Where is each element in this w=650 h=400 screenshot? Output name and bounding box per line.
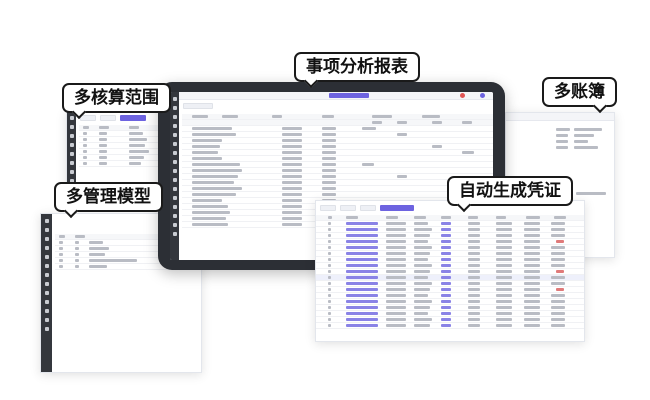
user-avatar[interactable] (480, 93, 485, 98)
notification-icon[interactable] (460, 93, 465, 98)
callout-event-analysis-report: 事项分析报表 (294, 52, 420, 82)
form-row (556, 145, 610, 151)
management-model-sidebar (41, 214, 52, 372)
active-tab[interactable] (329, 93, 369, 98)
callout-multi-management-model: 多管理模型 (54, 182, 163, 212)
report-tabbar (179, 92, 493, 100)
generate-voucher-button[interactable] (380, 204, 414, 211)
report-toolbar (179, 101, 493, 110)
toolbar-button[interactable] (320, 204, 336, 211)
table-row[interactable] (316, 323, 584, 329)
auto-voucher-window (315, 200, 585, 342)
callout-multi-ledger: 多账簿 (542, 77, 617, 107)
toolbar-button[interactable] (183, 102, 213, 109)
callout-auto-voucher: 自动生成凭证 (447, 176, 573, 206)
toolbar-button[interactable] (100, 114, 116, 121)
toolbar-button[interactable] (360, 204, 376, 211)
voucher-table (316, 215, 584, 341)
toolbar-primary-button[interactable] (120, 114, 146, 121)
report-sidebar (170, 92, 179, 260)
toolbar-button[interactable] (340, 204, 356, 211)
ledger-tabbar (506, 113, 614, 121)
callout-multi-accounting-scope: 多核算范围 (62, 83, 171, 113)
